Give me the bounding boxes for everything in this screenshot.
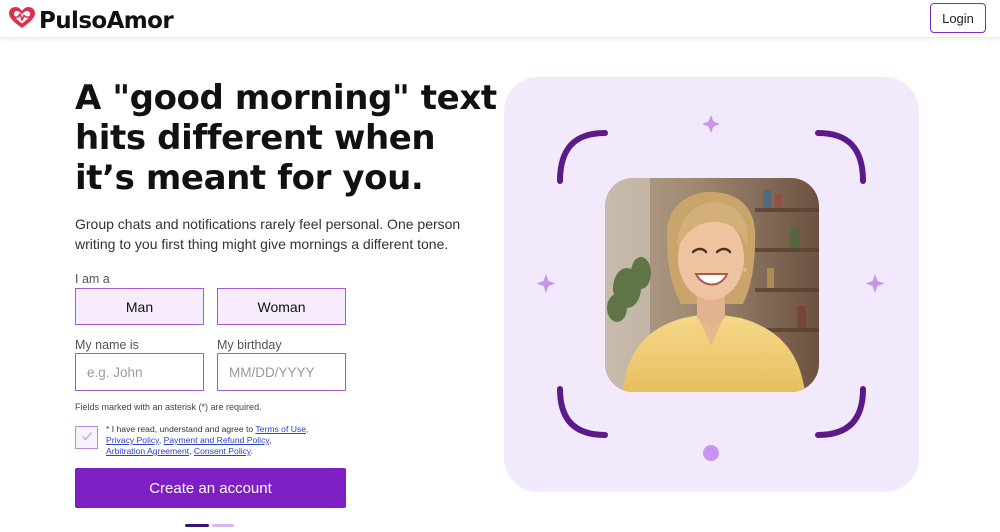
privacy-link[interactable]: Privacy Policy: [106, 435, 159, 445]
frame-corner-bottom-right: [815, 386, 866, 438]
check-icon: [81, 429, 93, 447]
terms-link[interactable]: Terms of Use: [255, 424, 306, 434]
brand-name: PulsoAmor: [39, 7, 174, 34]
required-fields-note: Fields marked with an asterisk (*) are r…: [75, 402, 262, 412]
brand-logo[interactable]: PulsoAmor: [8, 6, 174, 35]
sparkle-icon: [702, 115, 720, 133]
create-account-button[interactable]: Create an account: [75, 468, 346, 508]
sparkle-icon: [865, 274, 885, 293]
step-indicator-active: [185, 524, 209, 527]
name-input[interactable]: [75, 353, 204, 391]
frame-corner-top-right: [815, 130, 866, 184]
agreement-prefix: * I have read, understand and agree to: [106, 424, 256, 434]
hero-visual: [504, 77, 919, 492]
gender-woman-button[interactable]: Woman: [217, 288, 346, 325]
sparkle-icon: [536, 274, 556, 293]
birthday-input[interactable]: [217, 353, 346, 391]
birthday-label: My birthday: [217, 338, 282, 352]
step-indicator-inactive: [212, 524, 234, 527]
dot-indicator: [703, 445, 719, 461]
consent-link[interactable]: Consent Policy: [194, 446, 251, 456]
frame-corner-top-left: [557, 130, 608, 184]
payment-link[interactable]: Payment and Refund Policy: [164, 435, 269, 445]
gender-label: I am a: [75, 272, 110, 286]
top-header: PulsoAmor Login: [0, 0, 1000, 38]
page-headline: A "good morning" text hits different whe…: [75, 78, 497, 198]
frame-corner-bottom-left: [557, 386, 608, 438]
heart-pulse-icon: [8, 6, 36, 35]
agreement-checkbox[interactable]: [75, 426, 98, 449]
smiling-woman-photo: [605, 178, 819, 392]
name-label: My name is: [75, 338, 139, 352]
agreement-text: * I have read, understand and agree to T…: [106, 424, 309, 456]
hero-subtext: Group chats and notifications rarely fee…: [75, 216, 461, 252]
gender-man-button[interactable]: Man: [75, 288, 204, 325]
arbitration-link[interactable]: Arbitration Agreement: [106, 446, 189, 456]
login-button[interactable]: Login: [930, 3, 986, 33]
